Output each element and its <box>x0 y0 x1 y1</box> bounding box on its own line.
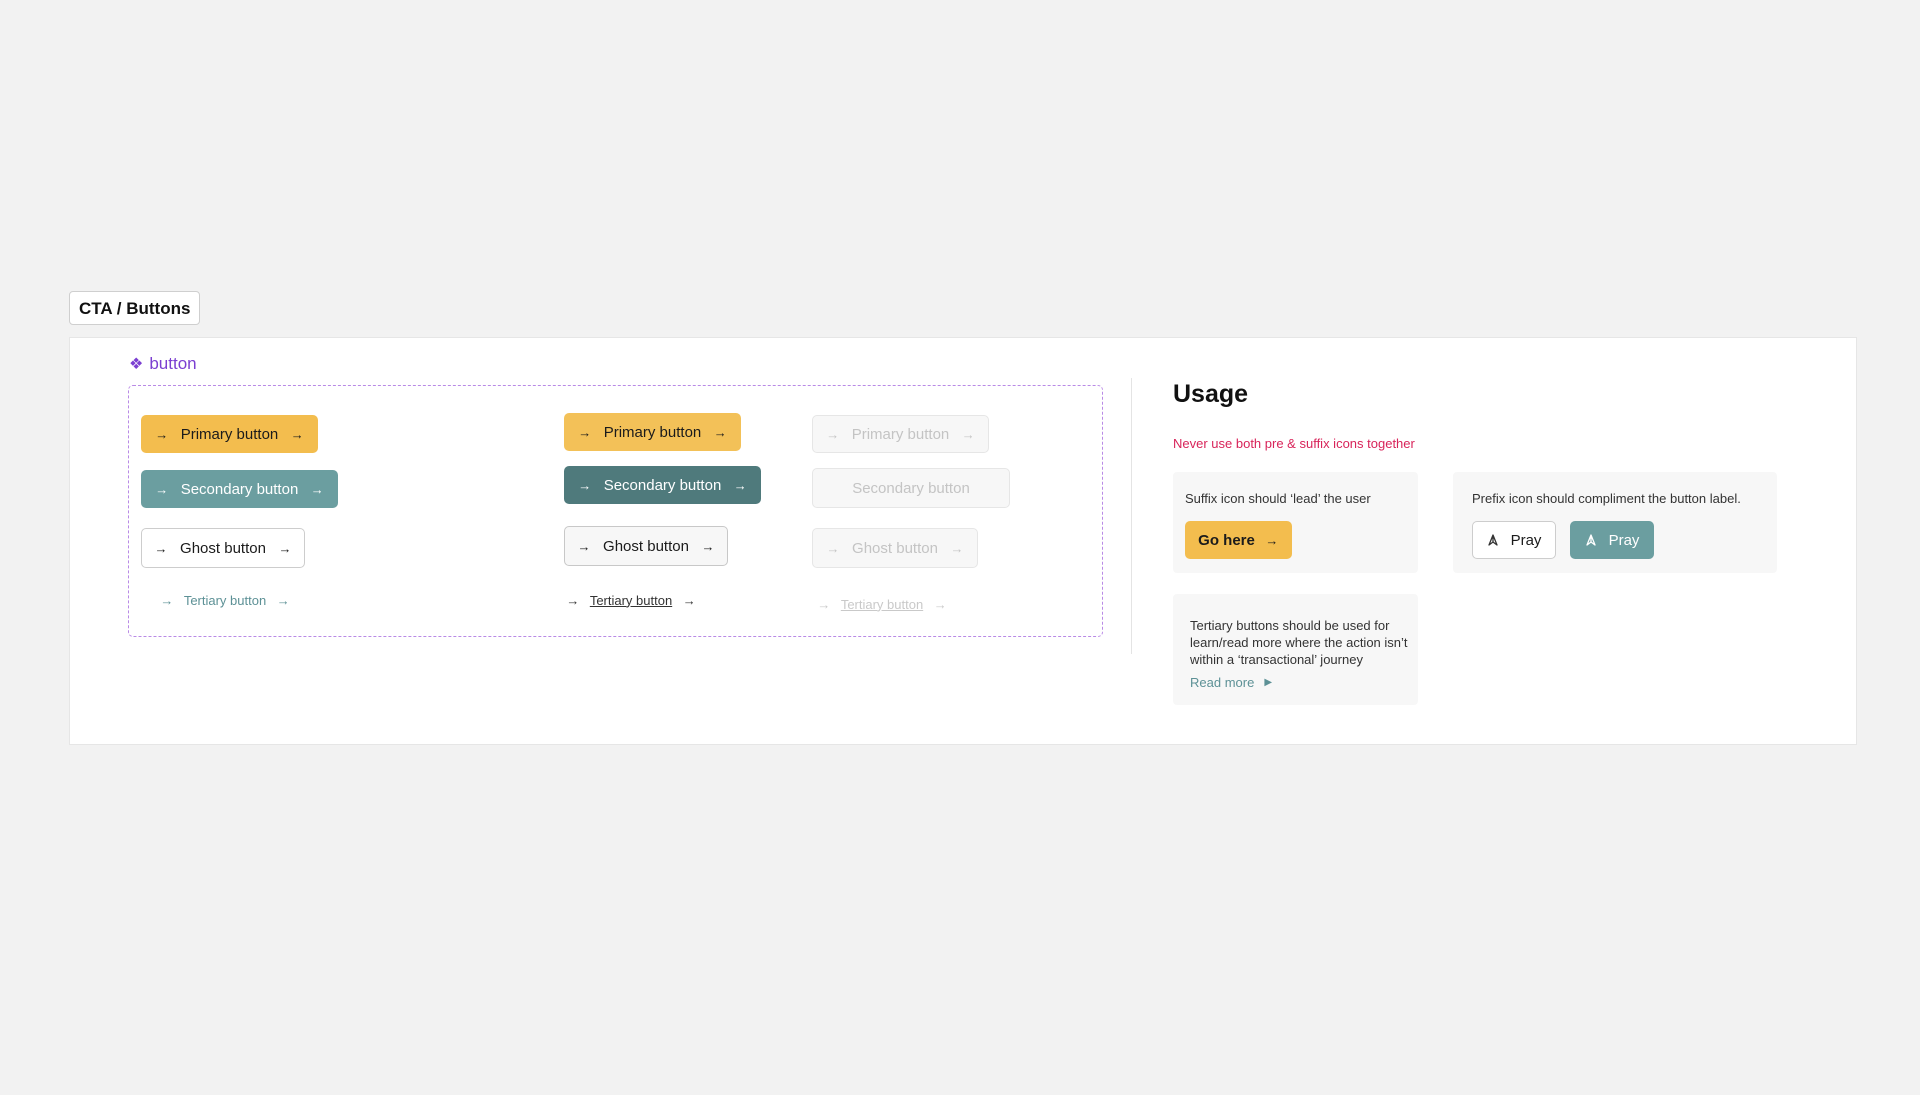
frame-title: CTA / Buttons <box>69 291 201 325</box>
arrow-right-icon: → <box>950 540 964 556</box>
arrow-right-icon: → <box>1265 532 1279 548</box>
arrow-right-icon: → <box>701 538 715 554</box>
arrow-right-icon: → <box>155 481 169 497</box>
arrow-right-icon: → <box>961 426 975 442</box>
arrow-right-icon: → <box>577 538 591 554</box>
secondary-button-default[interactable]: → Secondary button → <box>141 470 338 508</box>
arrow-right-icon: → <box>733 477 747 493</box>
ghost-button-hover[interactable]: → Ghost button → <box>564 526 728 566</box>
tertiary-usage-text: Tertiary buttons should be used for lear… <box>1190 618 1408 667</box>
secondary-button-disabled: Secondary button <box>812 468 1010 508</box>
arrow-right-icon: → <box>826 540 840 556</box>
section-divider <box>1131 378 1132 654</box>
primary-button-hover[interactable]: → Primary button → <box>564 413 741 451</box>
secondary-button-hover[interactable]: → Secondary button → <box>564 466 761 504</box>
prefix-usage-text: Prefix icon should compliment the button… <box>1472 491 1741 506</box>
tertiary-button-disabled: → Tertiary button → <box>817 596 947 612</box>
primary-button-default[interactable]: → Primary button → <box>141 415 318 453</box>
praying-hands-icon <box>1487 533 1501 547</box>
component-label: ❖ button <box>129 354 197 374</box>
arrow-right-icon: → <box>682 592 696 608</box>
arrow-right-icon: → <box>290 426 304 442</box>
arrow-right-icon: → <box>566 592 580 608</box>
arrow-right-icon: → <box>817 596 831 612</box>
component-icon: ❖ <box>129 356 144 373</box>
arrow-right-icon: → <box>933 596 947 612</box>
arrow-right-icon: → <box>154 540 168 556</box>
arrow-right-icon: → <box>278 540 292 556</box>
suffix-usage-text: Suffix icon should ‘lead’ the user <box>1185 491 1371 506</box>
arrow-right-icon: → <box>160 592 174 608</box>
arrow-right-icon: → <box>578 424 592 440</box>
arrow-right-icon: → <box>155 426 169 442</box>
praying-hands-icon <box>1585 533 1599 547</box>
go-here-button[interactable]: Go here → <box>1185 521 1292 559</box>
tertiary-button-hover[interactable]: → Tertiary button → <box>561 590 701 610</box>
pray-secondary-button[interactable]: Pray <box>1570 521 1654 559</box>
pray-ghost-button[interactable]: Pray <box>1472 521 1556 559</box>
primary-button-disabled: → Primary button → <box>812 415 989 453</box>
component-name: button <box>149 354 197 373</box>
usage-warning: Never use both pre & suffix icons togeth… <box>1173 436 1415 451</box>
caret-right-icon: ▶ <box>1264 677 1273 688</box>
ghost-button-disabled: → Ghost button → <box>812 528 978 568</box>
arrow-right-icon: → <box>276 592 290 608</box>
tertiary-button-default[interactable]: → Tertiary button → <box>150 590 300 610</box>
usage-title: Usage <box>1173 380 1249 408</box>
arrow-right-icon: → <box>713 424 727 440</box>
read-more-link[interactable]: Read more ▶ <box>1190 675 1272 690</box>
arrow-right-icon: → <box>826 426 840 442</box>
ghost-button-default[interactable]: → Ghost button → <box>141 528 305 568</box>
arrow-right-icon: → <box>578 477 592 493</box>
arrow-right-icon: → <box>310 481 324 497</box>
